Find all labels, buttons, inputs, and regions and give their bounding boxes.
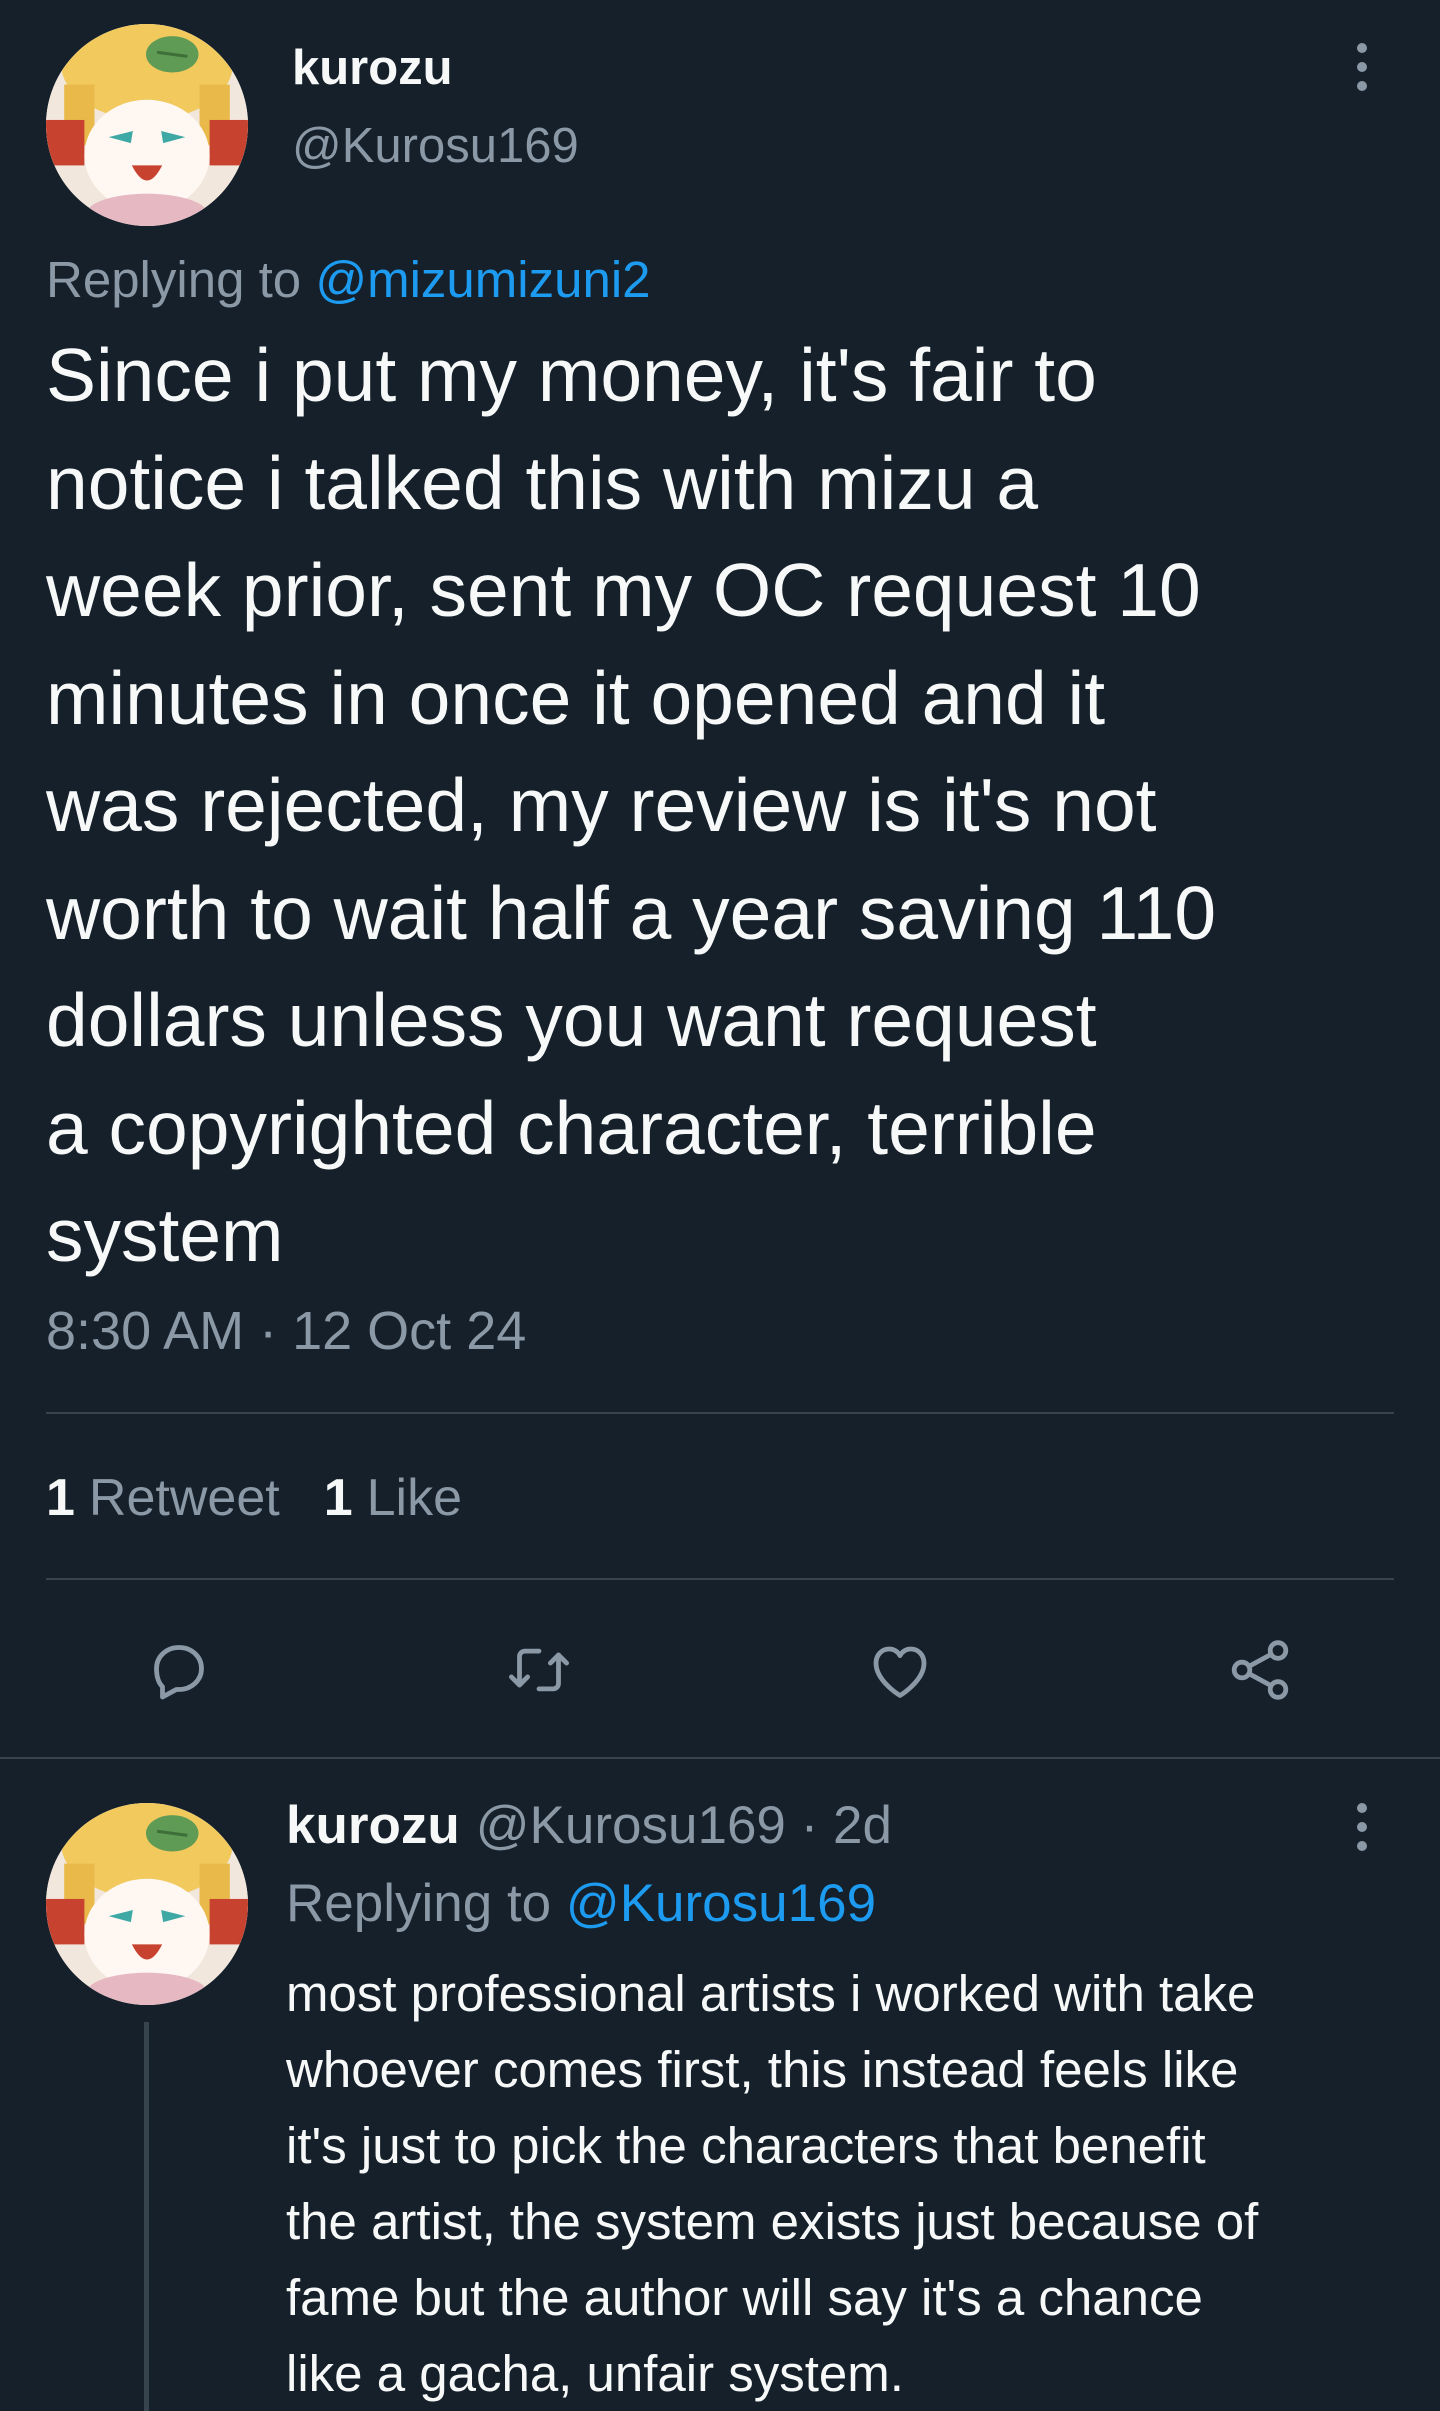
tweet-text-line: notice i talked this with mizu a — [46, 440, 1039, 525]
reply-text-line: most professional artists i worked with … — [286, 1965, 1256, 2022]
likes-stat[interactable]: 1 Like — [324, 1468, 462, 1528]
reply-text-line: fame but the author will say it's a chan… — [286, 2269, 1203, 2326]
likes-count: 1 — [323, 1469, 353, 1527]
author-name[interactable]: kurozu — [292, 40, 453, 96]
tweet-text-line: week prior, sent my OC request 10 — [46, 548, 1201, 632]
replying-to-prefix: Replying to — [286, 1874, 566, 1933]
reply-icon[interactable] — [143, 1634, 215, 1706]
tweet-text-line: Since i put my money, it's fair to — [46, 333, 1097, 417]
divider — [46, 1578, 1394, 1580]
replying-to-link[interactable]: @Kurosu169 — [566, 1874, 876, 1933]
retweets-count: 1 — [46, 1469, 75, 1527]
tweet-text-line: was rejected, my review is it's not — [46, 763, 1157, 847]
tweet-stats: 1 Retweet 1 Like — [46, 1468, 462, 1528]
likes-label: Like — [366, 1469, 463, 1527]
reply-text-line: whoever comes first, this instead feels … — [286, 2041, 1239, 2098]
retweets-stat[interactable]: 1 Retweet — [46, 1468, 280, 1528]
retweet-icon[interactable] — [503, 1634, 575, 1706]
reply-replying-to-line: Replying to @Kurosu169 — [286, 1873, 876, 1934]
tweet-separator — [0, 1757, 1440, 1759]
replying-to-line: Replying to @mizumizuni2 — [46, 250, 651, 309]
tweet-text-line: worth to wait half a year saving 110 — [46, 870, 1217, 955]
tweet-text-line: minutes in once it opened and it — [46, 655, 1106, 740]
tweet-text-line: a copyrighted character, terrible — [46, 1085, 1097, 1170]
retweets-label: Retweet — [88, 1469, 280, 1527]
tweet-text-line: system — [46, 1193, 284, 1277]
divider — [46, 1412, 1394, 1414]
tweet-timestamp[interactable]: 8:30 AM · 12 Oct 24 — [46, 1300, 526, 1362]
more-vertical-icon[interactable] — [1342, 1792, 1382, 1862]
more-vertical-icon[interactable] — [1342, 32, 1382, 102]
thread-line — [144, 2022, 149, 2411]
author-handle[interactable]: @Kurosu169 — [292, 118, 579, 174]
author-avatar[interactable] — [46, 24, 248, 226]
avatar-image — [46, 24, 248, 226]
reply-header: kurozu @Kurosu169 · 2d — [286, 1795, 892, 1856]
reply-text-line: like a gacha, unfair system. — [286, 2345, 904, 2402]
reply-author-avatar[interactable] — [46, 1803, 248, 2005]
reply-author-name[interactable]: kurozu — [286, 1796, 460, 1855]
replying-to-prefix: Replying to — [46, 251, 316, 308]
reply-text: most professional artists i worked with … — [286, 1956, 1416, 2411]
replying-to-link[interactable]: @mizumizuni2 — [315, 251, 650, 308]
reply-text-line: the artist, the system exists just becau… — [286, 2193, 1259, 2250]
tweet-text: Since i put my money, it's fair to notic… — [46, 322, 1406, 1290]
like-icon[interactable] — [864, 1634, 936, 1706]
reply-text-line: it's just to pick the characters that be… — [286, 2117, 1206, 2174]
tweet-text-line: dollars unless you want request — [46, 978, 1097, 1062]
avatar-image — [46, 1803, 248, 2005]
reply-author-handle-time[interactable]: @Kurosu169 · 2d — [476, 1796, 892, 1855]
tweet-thread-page: kurozu @Kurosu169 Replying to @mizumizun… — [0, 0, 1440, 2411]
share-icon[interactable] — [1224, 1634, 1296, 1706]
